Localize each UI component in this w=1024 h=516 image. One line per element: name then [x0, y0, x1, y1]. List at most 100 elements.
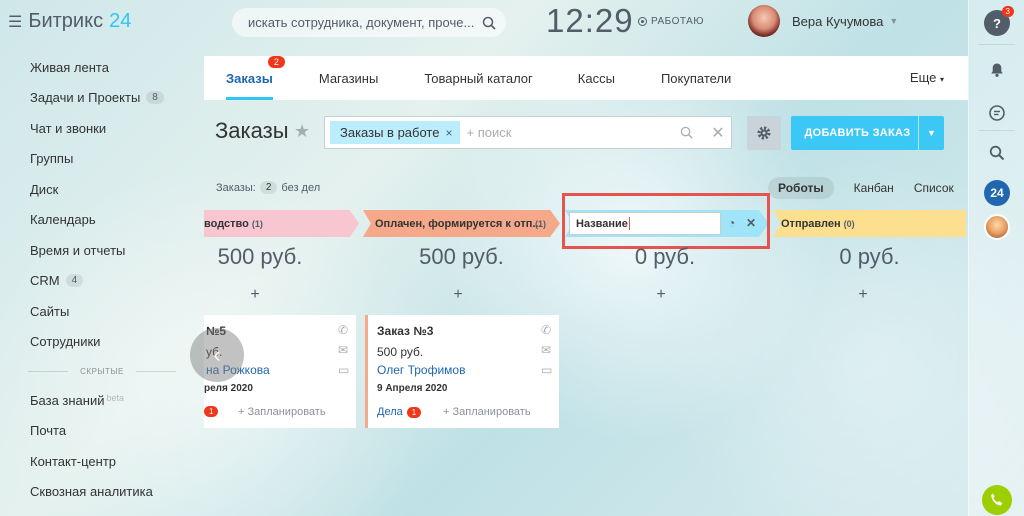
add-card-button[interactable]: + [448, 286, 468, 304]
phone-button[interactable] [982, 485, 1012, 515]
contact-avatar[interactable] [984, 214, 1010, 240]
search-button[interactable] [984, 140, 1010, 166]
search-icon[interactable] [482, 16, 496, 30]
sidebar-item-label: Диск [30, 181, 59, 197]
bell-icon [991, 63, 1003, 77]
tab-catalog[interactable]: Товарный каталог [424, 56, 532, 100]
order-card[interactable]: Заказ №3 500 руб. Олег Трофимов 9 Апреля… [365, 315, 559, 428]
search-placeholder: искать сотрудника, документ, проче... [248, 15, 475, 30]
sidebar-item-label: CRM [30, 273, 60, 289]
tab-orders[interactable]: Заказы 2 [226, 56, 285, 100]
view-robots[interactable]: Роботы [768, 177, 834, 199]
sidebar-item-calendar[interactable]: Календарь [0, 205, 204, 236]
messenger-button[interactable] [984, 100, 1010, 126]
filter-chip[interactable]: Заказы в работе × [330, 121, 461, 144]
plan-button[interactable]: + Запланировать [238, 406, 326, 418]
add-card-button[interactable]: + [853, 286, 873, 304]
chat-icon[interactable]: ▭ [338, 363, 350, 377]
global-search-input[interactable]: искать сотрудника, документ, проче... [232, 8, 506, 37]
tab-label: Магазины [318, 70, 379, 86]
sidebar-item-label: Чат и звонки [30, 120, 107, 136]
logo-name: Битрикс [28, 10, 104, 32]
scroll-left-button[interactable]: ‹ [190, 328, 244, 382]
stage-title: водство [204, 217, 249, 230]
tab-customers[interactable]: Покупатели [661, 56, 731, 100]
logo[interactable]: ☰ Битрикс 24 [8, 10, 131, 33]
filter-search-input[interactable]: Заказы в работе × + поиск ✕ [324, 116, 732, 149]
status-icon [638, 17, 647, 26]
search-icon[interactable] [667, 126, 705, 139]
user-menu[interactable]: Вера Кучумова ▼ [748, 5, 898, 37]
mail-icon[interactable]: ✉ [541, 343, 553, 357]
view-kanban[interactable]: Канбан [844, 177, 904, 199]
sidebar-item-sites[interactable]: Сайты [0, 296, 204, 327]
bitrix24-network-button[interactable]: 24 [984, 180, 1010, 206]
sidebar-item-employees[interactable]: Сотрудники [0, 327, 204, 358]
bitrix24-label: 24 [990, 186, 1004, 200]
sidebar-item-knowledge[interactable]: База знаний beta [0, 385, 204, 416]
stage-header[interactable]: водство (1) [204, 210, 359, 237]
tab-more[interactable]: Еще ▾ [910, 70, 944, 85]
tab-badge: 2 [267, 56, 285, 68]
chevron-down-icon: ▼ [889, 16, 899, 26]
sidebar-item-counter: 4 [65, 274, 84, 288]
work-status-label: РАБОТАЮ [651, 16, 704, 27]
card-date: реля 2020 [204, 383, 253, 394]
menu-icon[interactable]: ☰ [8, 12, 22, 32]
star-icon[interactable]: ★ [294, 121, 310, 142]
card-activities[interactable]: Дела 1 [377, 406, 422, 418]
help-button[interactable]: ? 3 [984, 6, 1014, 36]
activity-badge: 1 [204, 406, 219, 417]
card-date: 9 Апреля 2020 [377, 383, 448, 394]
sidebar-item-tasks[interactable]: Задачи и Проекты 8 [0, 83, 204, 114]
sidebar-item-label: Сотрудники [30, 334, 101, 350]
phone-icon [991, 493, 1003, 506]
sidebar-item-mail[interactable]: Почта [0, 416, 204, 447]
sidebar-item-time[interactable]: Время и отчеты [0, 235, 204, 266]
tab-stores[interactable]: Магазины [319, 56, 379, 100]
sidebar-item-crm[interactable]: CRM 4 [0, 266, 204, 297]
phone-icon[interactable]: ✆ [541, 323, 553, 337]
hidden-section-divider[interactable]: СКРЫТЫЕ [0, 357, 204, 385]
stage-header[interactable]: Отправлен (0) [773, 210, 966, 237]
sidebar-item-label: Задачи и Проекты [30, 90, 141, 106]
sidebar-item-label: Календарь [30, 212, 96, 228]
close-icon[interactable]: × [445, 126, 452, 140]
tab-cashboxes[interactable]: Кассы [578, 56, 615, 100]
card-client[interactable]: Олег Трофимов [377, 363, 465, 377]
sidebar-item-chat[interactable]: Чат и звонки [0, 113, 204, 144]
counter-value[interactable]: 2 [259, 181, 278, 194]
card-title[interactable]: Заказ №3 [377, 324, 433, 338]
work-status[interactable]: РАБОТАЮ [638, 16, 704, 27]
add-card-button[interactable]: + [651, 286, 671, 304]
filter-placeholder: + поиск [466, 125, 512, 140]
clock[interactable]: 12:29 [546, 2, 634, 40]
sidebar-item-feed[interactable]: Живая лента [0, 52, 204, 83]
top-bar: ☰ Битрикс 24 искать сотрудника, документ… [0, 0, 968, 44]
sidebar-item-contact-center[interactable]: Контакт-центр [0, 446, 204, 477]
add-order-button[interactable]: ДОБАВИТЬ ЗАКАЗ ▼ [791, 116, 944, 150]
question-icon: ? [993, 15, 1001, 31]
mail-icon[interactable]: ✉ [338, 343, 350, 357]
close-icon[interactable]: ✕ [705, 123, 731, 143]
card-activities[interactable]: 1 [204, 406, 219, 417]
tab-label: Покупатели [660, 70, 732, 86]
sidebar-item-label: База знаний [30, 392, 105, 408]
phone-icon[interactable]: ✆ [338, 323, 350, 337]
sidebar-item-groups[interactable]: Группы [0, 144, 204, 175]
add-order-label: ДОБАВИТЬ ЗАКАЗ [804, 127, 911, 139]
notifications-button[interactable] [984, 57, 1010, 83]
add-card-button[interactable]: + [245, 286, 265, 304]
sidebar-item-analytics[interactable]: Сквозная аналитика [0, 477, 204, 508]
logo-number: 24 [109, 10, 132, 32]
chat-icon[interactable]: ▭ [541, 363, 553, 377]
gear-icon [757, 126, 771, 140]
plan-button[interactable]: + Запланировать [443, 406, 531, 418]
chevron-down-icon[interactable]: ▼ [918, 116, 944, 150]
avatar[interactable] [748, 5, 780, 37]
view-list[interactable]: Список [914, 177, 964, 199]
sidebar-item-disk[interactable]: Диск [0, 174, 204, 205]
settings-button[interactable] [747, 116, 781, 150]
stage-header[interactable]: Оплачен, формируется к отп... (1) [363, 210, 560, 237]
filter-chip-label: Заказы в работе [340, 125, 440, 140]
